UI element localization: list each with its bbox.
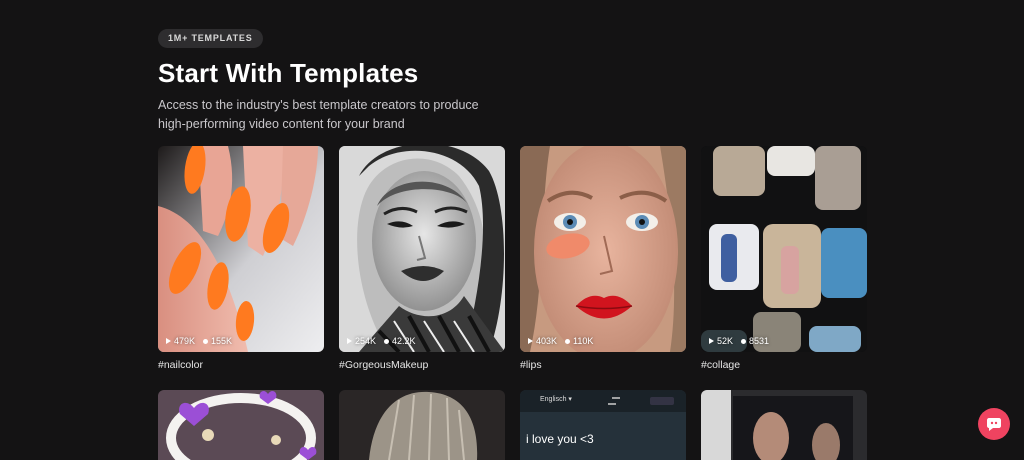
template-card-row2-3[interactable]: Englisch ▾ i love you <3	[520, 390, 686, 460]
uses-icon	[203, 338, 209, 344]
uses-count: 155K	[211, 336, 233, 346]
uses-count: 110K	[573, 336, 594, 346]
chat-bubble-icon	[987, 418, 1001, 431]
play-icon	[347, 338, 352, 344]
lips-portrait-image	[520, 146, 686, 352]
template-stats: 254K 42.2K	[347, 336, 416, 346]
template-stats: 479K 155K	[166, 336, 232, 346]
hair-image	[339, 390, 505, 460]
template-stats: 52K 8531	[709, 336, 769, 346]
nails-image	[158, 146, 324, 352]
template-tag[interactable]: #nailcolor	[158, 359, 324, 371]
collage-image	[701, 146, 867, 352]
template-thumbnail[interactable]: 52K 8531	[701, 146, 867, 352]
translate-text: i love you <3	[526, 432, 594, 446]
template-tag[interactable]: #GorgeousMakeup	[339, 359, 505, 371]
template-stats: 403K 110K	[528, 336, 593, 346]
chat-button[interactable]	[978, 408, 1010, 440]
template-card-nailcolor[interactable]: 479K 155K #nailcolor	[158, 146, 324, 371]
template-thumbnail[interactable]: 254K 42.2K	[339, 146, 505, 352]
play-icon	[528, 338, 533, 344]
plays-count: 254K	[355, 336, 377, 346]
page-title: Start With Templates	[158, 58, 419, 88]
page-subtitle: Access to the industry's best template c…	[158, 98, 479, 131]
templates-count-badge: 1M+ TEMPLATES	[158, 29, 263, 48]
uses-icon	[741, 338, 747, 344]
plays-count: 52K	[717, 336, 734, 346]
template-thumbnail[interactable]	[339, 390, 505, 460]
play-icon	[166, 338, 171, 344]
ring-light-image	[158, 390, 324, 460]
uses-icon	[384, 338, 390, 344]
template-card-collage[interactable]: 52K 8531 #collage	[701, 146, 867, 371]
makeup-portrait-image	[339, 146, 505, 352]
screens-image	[701, 390, 867, 460]
template-card-row2-4[interactable]	[701, 390, 867, 460]
template-thumbnail[interactable]: 479K 155K	[158, 146, 324, 352]
plays-count: 479K	[174, 336, 196, 346]
template-card-row2-1[interactable]	[158, 390, 324, 460]
template-tag[interactable]: #collage	[701, 359, 867, 371]
template-thumbnail[interactable]: Englisch ▾ i love you <3	[520, 390, 686, 460]
translate-language[interactable]: Englisch ▾	[540, 395, 572, 403]
template-card-lips[interactable]: 403K 110K #lips	[520, 146, 686, 371]
template-tag[interactable]: #lips	[520, 359, 686, 371]
uses-icon	[565, 338, 571, 344]
template-thumbnail[interactable]: 403K 110K	[520, 146, 686, 352]
uses-count: 42.2K	[392, 336, 416, 346]
template-thumbnail[interactable]	[701, 390, 867, 460]
template-card-gorgeousmakeup[interactable]: 254K 42.2K #GorgeousMakeup	[339, 146, 505, 371]
template-thumbnail[interactable]	[158, 390, 324, 460]
plays-count: 403K	[536, 336, 558, 346]
play-icon	[709, 338, 714, 344]
template-card-row2-2[interactable]	[339, 390, 505, 460]
uses-count: 8531	[749, 336, 770, 346]
